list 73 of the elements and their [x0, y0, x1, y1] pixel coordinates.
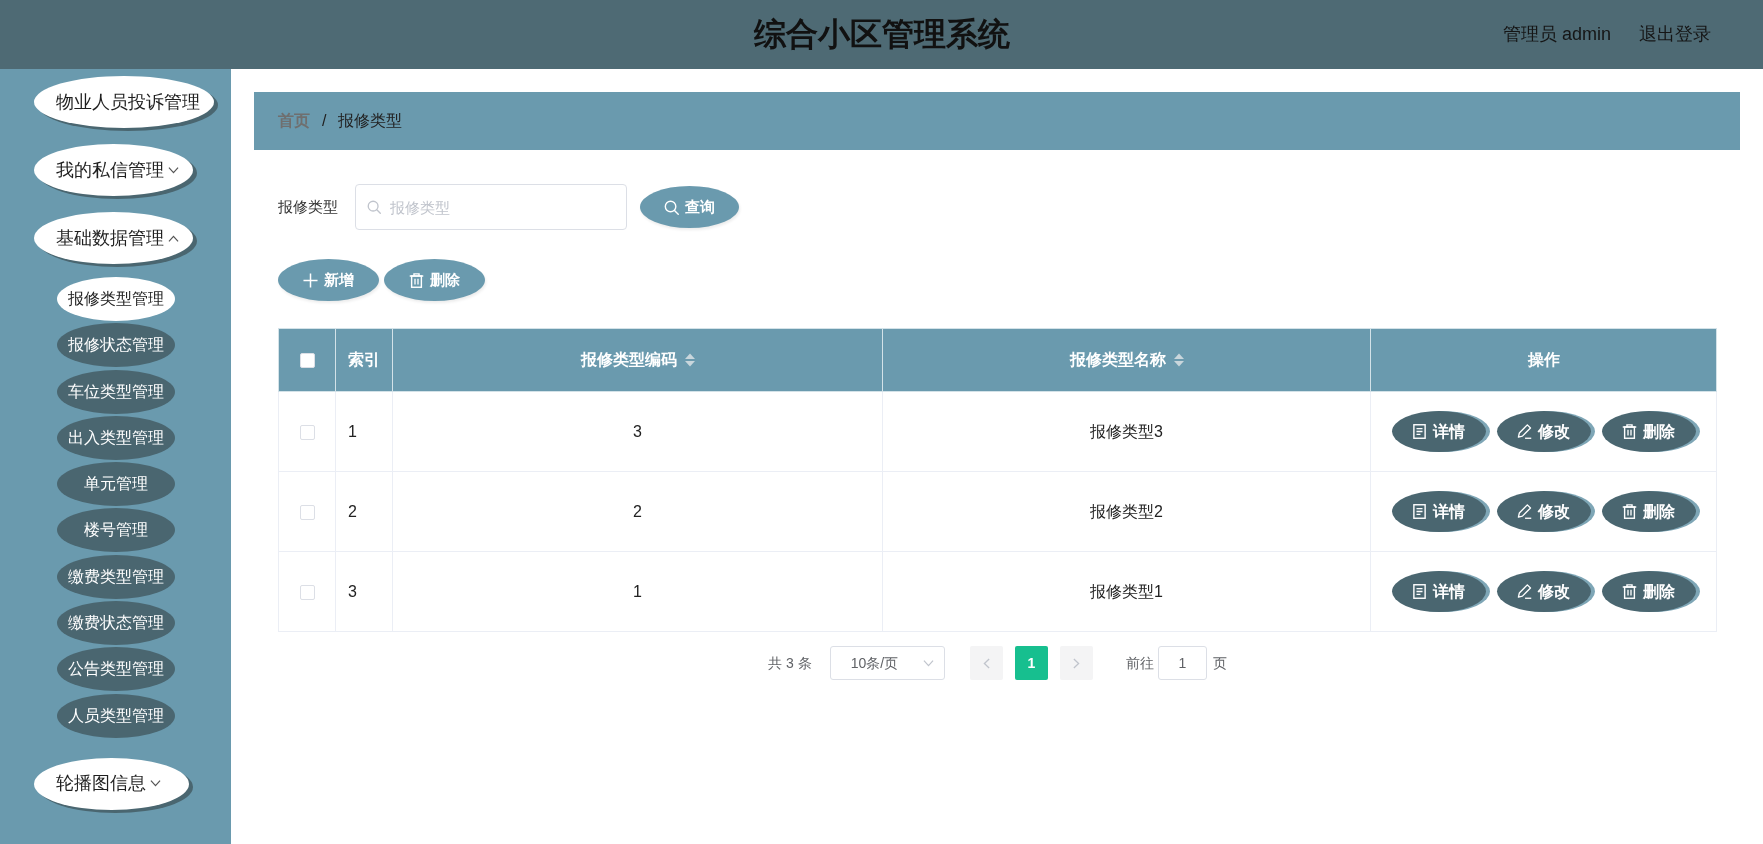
page-input[interactable]: 1 [1157, 646, 1207, 680]
menu-item[interactable]: 基础数据管理 [34, 212, 193, 264]
document-icon [1412, 584, 1427, 599]
submenu-item[interactable]: 报修类型管理 [56, 277, 175, 321]
search-icon [367, 200, 381, 214]
table-cell: 1 [392, 551, 883, 632]
detail-button[interactable]: 详情 [1391, 411, 1486, 452]
page-suffix: 页 [1212, 653, 1227, 673]
submenu-item[interactable]: 单元管理 [56, 462, 175, 507]
logout-link[interactable]: 退出登录 [1639, 21, 1711, 48]
edit-button[interactable]: 修改 [1496, 571, 1591, 612]
edit-button[interactable]: 修改 [1496, 411, 1591, 452]
table-cell: 1 [335, 391, 393, 472]
table-cell: 3 [392, 391, 883, 472]
delete-button[interactable]: 删除 [1601, 411, 1696, 452]
page-size-select[interactable]: 10条/页 [829, 646, 945, 680]
submenu-item[interactable]: 车位类型管理 [56, 369, 175, 414]
header-cell[interactable]: 报修类型名称 [882, 328, 1371, 392]
submenu-item[interactable]: 出入类型管理 [56, 415, 175, 460]
table-cell: 报修类型1 [882, 551, 1371, 632]
row-checkbox[interactable] [299, 504, 315, 520]
detail-button[interactable]: 详情 [1391, 491, 1486, 532]
goto-label: 前往 [1125, 653, 1154, 673]
header-cell[interactable]: 报修类型编码 [392, 328, 883, 392]
pencil-icon [1517, 504, 1532, 519]
search-label: 报修类型 [278, 196, 339, 217]
search-icon [664, 199, 679, 215]
chevron-left-icon [982, 657, 990, 669]
menu-item[interactable]: 我的私信管理 [34, 144, 193, 196]
delete-button[interactable]: 删除 [1601, 491, 1696, 532]
row-checkbox[interactable] [299, 584, 315, 600]
column-header: 操作 [1370, 328, 1717, 392]
table-cell: 报修类型3 [882, 391, 1371, 472]
submenu-item[interactable]: 缴费类型管理 [56, 554, 175, 599]
table-cell: 2 [392, 471, 883, 552]
pencil-icon [1517, 424, 1532, 439]
table-cell: 3 [335, 551, 393, 632]
search-field[interactable]: 报修类型 [355, 184, 627, 230]
submenu-item[interactable]: 公告类型管理 [56, 647, 175, 692]
document-icon [1412, 424, 1427, 439]
detail-button[interactable]: 详情 [1391, 571, 1486, 612]
plus-icon [303, 272, 318, 288]
delete-button[interactable]: 删除 [1601, 571, 1696, 612]
submenu-item[interactable]: 人员类型管理 [56, 693, 175, 738]
breadcrumb-current: 报修类型 [338, 111, 403, 131]
submenu-item[interactable]: 楼号管理 [56, 508, 175, 553]
trash-icon [1622, 424, 1637, 439]
trash-icon [1622, 584, 1637, 599]
column-header: 索引 [335, 328, 393, 392]
pencil-icon [1517, 584, 1532, 599]
submenu-item[interactable]: 缴费状态管理 [56, 601, 175, 646]
user-label: 管理员 admin [1502, 23, 1611, 46]
chevron-down-icon [922, 659, 934, 667]
total-count: 共 3 条 [768, 653, 812, 673]
app-title: 综合小区管理系统 [753, 15, 1010, 54]
delete-button[interactable]: 删除 [384, 259, 485, 301]
submenu-item[interactable]: 报修状态管理 [56, 323, 175, 368]
row-checkbox[interactable] [299, 424, 315, 440]
trash-icon [1622, 504, 1637, 519]
menu-item[interactable]: 物业人员投诉管理 [34, 76, 214, 128]
column-title: 报修类型名称 [1069, 350, 1166, 370]
chevron-right-icon [1072, 657, 1080, 669]
column-title: 报修类型编码 [580, 350, 677, 370]
select-all-checkbox[interactable] [299, 353, 315, 369]
table-cell: 2 [335, 471, 393, 552]
document-icon [1412, 504, 1427, 519]
edit-button[interactable]: 修改 [1496, 491, 1591, 532]
add-button[interactable]: 新增 [278, 259, 379, 301]
menu-item[interactable]: 轮播图信息 [34, 757, 189, 810]
table-cell: 报修类型2 [882, 471, 1371, 552]
trash-icon [409, 272, 424, 288]
query-button[interactable]: 查询 [640, 186, 739, 228]
breadcrumb-separator: / [322, 111, 327, 131]
